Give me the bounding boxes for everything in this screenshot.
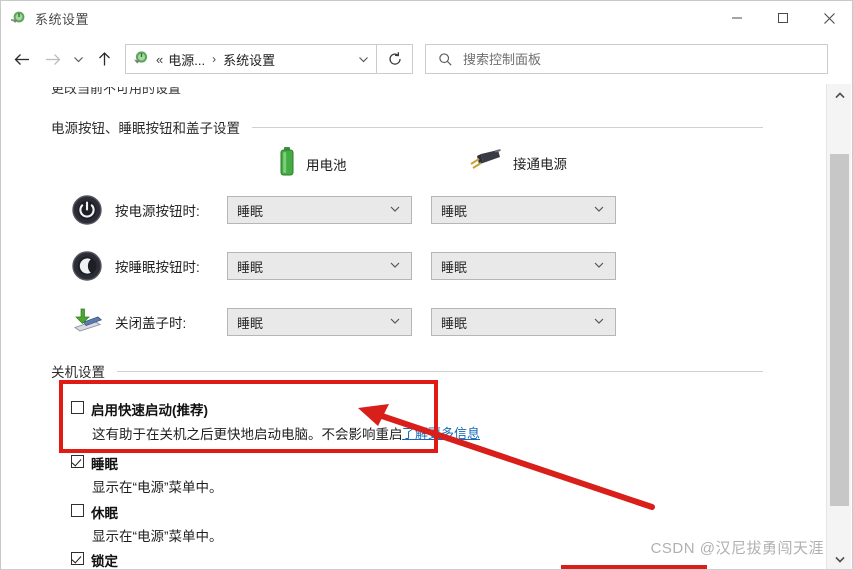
- refresh-icon[interactable]: [377, 44, 413, 74]
- forward-arrow-icon: [37, 44, 67, 74]
- window-titlebar: 系统设置: [1, 1, 852, 35]
- scrolled-partial-text: 更改当前不可用的设置: [51, 84, 182, 96]
- navigation-toolbar: « 电源... › 系统设置: [1, 35, 852, 83]
- control-panel-window: 系统设置 « 电源... › 系统设置 搜索控制面板 更改当前不可用的设置 电源…: [0, 0, 853, 570]
- breadcrumb-overflow[interactable]: «: [156, 52, 163, 67]
- sleep-button-battery-value: 睡眠: [237, 259, 264, 275]
- power-button-battery-dropdown[interactable]: 睡眠: [227, 196, 412, 224]
- setting-row-sleep-button: 按睡眠按钮时: 睡眠 睡眠: [71, 250, 616, 282]
- power-button-plugged-value: 睡眠: [441, 203, 468, 219]
- recent-locations-chevron-down-icon[interactable]: [67, 44, 89, 74]
- search-box[interactable]: [425, 44, 828, 74]
- shutdown-settings-section-heading: 关机设置: [51, 361, 763, 381]
- breadcrumb-item-power[interactable]: 电源...: [168, 50, 205, 69]
- setting-row-power-button: 按电源按钮时: 睡眠 睡眠: [71, 194, 616, 226]
- window-controls: [714, 1, 852, 35]
- chevron-down-icon: [593, 259, 605, 274]
- checkbox-row-hibernate[interactable]: 休眠: [71, 502, 118, 522]
- setting-row-close-lid-label: 关闭盖子时:: [115, 316, 187, 331]
- content-scrollbar[interactable]: [826, 84, 851, 570]
- column-header-plugged-in: 接通电源: [467, 146, 567, 179]
- scroll-down-arrow-icon[interactable]: [827, 548, 852, 570]
- section-divider: [117, 370, 763, 372]
- address-chevron-down-icon[interactable]: [350, 45, 376, 73]
- power-buttons-section-heading: 电源按钮、睡眠按钮和盖子设置: [51, 117, 763, 137]
- setting-row-sleep-button-label: 按睡眠按钮时:: [115, 260, 200, 275]
- power-button-plugged-dropdown[interactable]: 睡眠: [431, 196, 616, 224]
- sleep-button-icon: [71, 250, 103, 282]
- chevron-down-icon: [593, 203, 605, 218]
- chevron-down-icon: [389, 203, 401, 218]
- sleep-button-plugged-dropdown[interactable]: 睡眠: [431, 252, 616, 280]
- address-power-settings-icon: [132, 50, 150, 68]
- settings-content-pane: 更改当前不可用的设置 电源按钮、睡眠按钮和盖子设置 用电池 接通电源 按电源按钮…: [1, 84, 826, 570]
- power-buttons-section-title: 电源按钮、睡眠按钮和盖子设置: [51, 121, 240, 136]
- chevron-down-icon: [389, 259, 401, 274]
- scroll-up-arrow-icon[interactable]: [827, 84, 852, 106]
- power-plug-icon: [467, 146, 503, 179]
- scrollbar-thumb[interactable]: [830, 154, 849, 506]
- csdn-watermark: CSDN @汉尼拔勇闯天涯: [650, 540, 824, 557]
- checkbox-row-fast-startup[interactable]: 启用快速启动(推荐): [71, 399, 208, 419]
- close-lid-plugged-value: 睡眠: [441, 315, 468, 331]
- setting-row-power-button-label: 按电源按钮时:: [115, 204, 200, 219]
- lock-checkbox[interactable]: [71, 552, 84, 565]
- battery-icon: [278, 146, 296, 181]
- shutdown-settings-section-title: 关机设置: [51, 365, 105, 380]
- column-header-battery-label: 用电池: [306, 157, 347, 173]
- hibernate-description: 显示在“电源”菜单中。: [92, 529, 223, 544]
- chevron-down-icon: [593, 315, 605, 330]
- up-arrow-icon[interactable]: [89, 44, 119, 74]
- laptop-lid-icon: [71, 306, 103, 338]
- window-title: 系统设置: [35, 11, 90, 27]
- sleep-checkbox[interactable]: [71, 455, 84, 468]
- close-lid-battery-dropdown[interactable]: 睡眠: [227, 308, 412, 336]
- lock-label: 锁定: [91, 554, 118, 569]
- setting-row-close-lid: 关闭盖子时: 睡眠 睡眠: [71, 306, 616, 338]
- fast-startup-checkbox[interactable]: [71, 401, 84, 414]
- column-header-battery: 用电池: [278, 146, 347, 181]
- search-input[interactable]: [463, 51, 793, 67]
- sleep-label: 睡眠: [91, 457, 118, 472]
- section-divider: [252, 126, 763, 128]
- sleep-description: 显示在“电源”菜单中。: [92, 480, 223, 495]
- power-settings-icon: [10, 10, 27, 27]
- hibernate-checkbox[interactable]: [71, 504, 84, 517]
- breadcrumb-separator-icon: ›: [212, 52, 217, 66]
- power-button-icon: [71, 194, 103, 226]
- back-arrow-icon[interactable]: [7, 44, 37, 74]
- close-lid-plugged-dropdown[interactable]: 睡眠: [431, 308, 616, 336]
- learn-more-link[interactable]: 了解更多信息: [402, 423, 480, 442]
- search-icon: [438, 52, 453, 67]
- sleep-button-battery-dropdown[interactable]: 睡眠: [227, 252, 412, 280]
- maximize-button[interactable]: [760, 1, 806, 35]
- fast-startup-description: 这有助于在关机之后更快地启动电脑。不会影响重启: [92, 427, 403, 442]
- address-bar[interactable]: « 电源... › 系统设置: [125, 44, 377, 74]
- sleep-button-plugged-value: 睡眠: [441, 259, 468, 275]
- checkbox-row-lock[interactable]: 锁定: [71, 550, 118, 570]
- checkbox-row-sleep[interactable]: 睡眠: [71, 453, 118, 473]
- hibernate-label: 休眠: [91, 506, 118, 521]
- minimize-button[interactable]: [714, 1, 760, 35]
- close-button[interactable]: [806, 1, 852, 35]
- power-button-battery-value: 睡眠: [237, 203, 264, 219]
- chevron-down-icon: [389, 315, 401, 330]
- fast-startup-label: 启用快速启动(推荐): [91, 403, 208, 418]
- close-lid-battery-value: 睡眠: [237, 315, 264, 331]
- column-header-plugged-in-label: 接通电源: [513, 156, 567, 172]
- breadcrumb-item-system-settings[interactable]: 系统设置: [223, 50, 275, 69]
